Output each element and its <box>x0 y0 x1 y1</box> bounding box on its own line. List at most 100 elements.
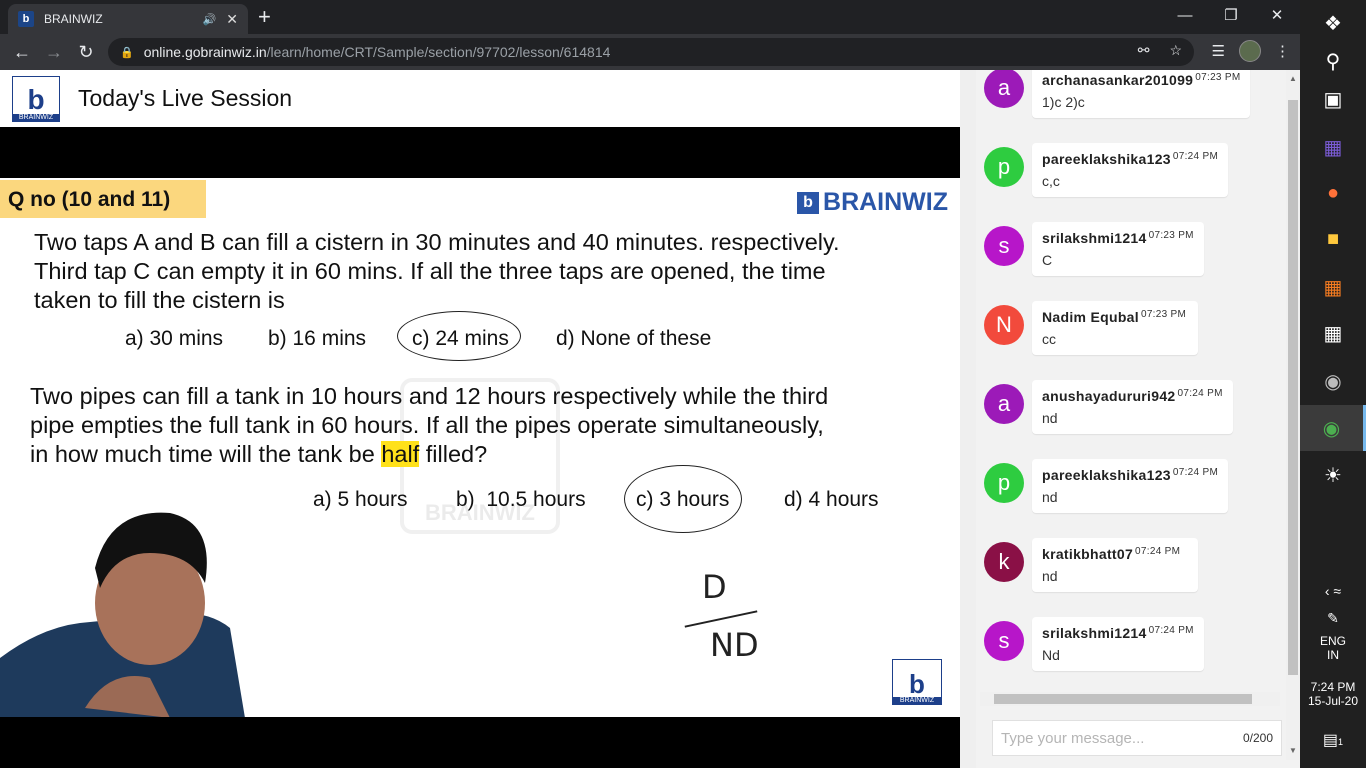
message-input[interactable] <box>1001 729 1243 747</box>
message-text: 1)c 2)c <box>1042 94 1085 110</box>
chat-message-list[interactable]: a archanasankar201099 07:23 PM 1)c 2)c p pare… <box>976 70 1284 690</box>
question-1-line-1: Two taps A and B can fill a cistern in 3… <box>34 229 840 255</box>
region-label: IN <box>1327 648 1339 662</box>
lock-icon[interactable]: 🔒 <box>120 46 134 59</box>
chat-input-box[interactable]: 0/200 <box>992 720 1282 756</box>
message-username: srilakshmi1214 <box>1042 625 1147 641</box>
chat-vertical-scrollbar[interactable]: ▲ ▼ <box>1286 70 1300 760</box>
message-text: c,c <box>1042 173 1060 189</box>
question-1-option-b: b) 16 mins <box>268 327 367 350</box>
highlighted-word: half <box>381 441 420 467</box>
pen-icon[interactable]: ✎ <box>1300 610 1366 627</box>
chat-message: p pareeklakshika123 07:24 PM nd <box>984 459 1284 527</box>
message-bubble: srilakshmi1214 07:24 PM Nd <box>1032 617 1204 671</box>
chat-message: N Nadim Equbal 07:23 PM cc <box>984 301 1284 369</box>
handwritten-nd: ND <box>710 626 759 664</box>
message-username-row: pareeklakshika123 07:24 PM <box>1042 151 1218 167</box>
sublime-text-icon[interactable]: ▦ <box>1300 264 1366 310</box>
firefox-icon[interactable]: ● <box>1300 170 1366 216</box>
question-2-line-3-end: filled? <box>419 441 488 467</box>
live-video-player[interactable]: Q no (10 and 11) b BRAINWIZ BRAINWIZ Two… <box>0 127 960 768</box>
question-1-option-d: d) None of these <box>556 327 712 350</box>
char-counter: 0/200 <box>1242 731 1273 745</box>
chat-message: s srilakshmi1214 07:24 PM Nd <box>984 617 1284 685</box>
chrome-icon[interactable]: ◉ <box>1300 405 1366 451</box>
address-bar[interactable]: 🔒 online.gobrainwiz.in/learn/home/CRT/Sa… <box>108 38 1194 66</box>
message-username: anushayadururi942 <box>1042 388 1176 404</box>
chat-message: p pareeklakshika123 07:24 PM c,c <box>984 143 1284 211</box>
menu-kebab-icon[interactable]: ⋮ <box>1275 42 1290 60</box>
chat-message: a archanasankar201099 07:23 PM 1)c 2)c <box>984 70 1284 132</box>
chat-horizontal-scrollbar[interactable] <box>980 692 1280 706</box>
reload-icon[interactable]: ↻ <box>70 36 102 68</box>
message-username-row: srilakshmi1214 07:23 PM <box>1042 230 1194 246</box>
profile-avatar[interactable] <box>1239 40 1261 62</box>
page-title: Today's Live Session <box>78 85 293 111</box>
message-time: 07:23 PM <box>1148 230 1194 241</box>
message-bubble: srilakshmi1214 07:23 PM C <box>1032 222 1204 276</box>
chat-message: a anushayadururi942 07:24 PM nd <box>984 380 1284 448</box>
message-username: srilakshmi1214 <box>1042 230 1147 246</box>
page-content: b BRAINWIZ Today's Live Session Q no (10… <box>0 70 1300 768</box>
brainwiz-logo[interactable]: b BRAINWIZ <box>12 75 60 122</box>
recorder-icon[interactable]: ◉ <box>1300 358 1366 404</box>
bookmark-star-icon[interactable]: ☆ <box>1169 42 1182 59</box>
minimize-button[interactable]: — <box>1162 0 1208 30</box>
message-username-row: pareeklakshika123 07:24 PM <box>1042 467 1218 483</box>
question-number-label: Q no (10 and 11) <box>0 180 206 218</box>
notification-icon[interactable]: ▤1 <box>1300 730 1366 750</box>
calculator-icon[interactable]: ▦ <box>1300 310 1366 356</box>
language-indicator[interactable]: ENG IN <box>1300 634 1366 662</box>
speaker-icon[interactable]: 🔊 <box>203 13 217 26</box>
chat-left-gutter <box>960 70 976 768</box>
message-username: pareeklakshika123 <box>1042 151 1171 167</box>
presentation-slide: Q no (10 and 11) b BRAINWIZ BRAINWIZ Two… <box>0 178 960 717</box>
site-header: b BRAINWIZ Today's Live Session <box>0 70 960 127</box>
close-window-button[interactable]: ✕ <box>1254 0 1300 30</box>
message-time: 07:24 PM <box>1172 467 1219 478</box>
forward-icon[interactable]: → <box>38 36 70 68</box>
onenote-icon[interactable]: ▦ <box>1300 124 1366 170</box>
notification-count: 1 <box>1338 737 1344 747</box>
scroll-thumb[interactable] <box>1288 100 1298 675</box>
corner-brainwiz-logo: b BRAINWIZ <box>892 659 942 705</box>
file-explorer-icon[interactable]: ■ <box>1300 216 1366 262</box>
message-text: Nd <box>1042 647 1060 663</box>
message-username-row: archanasankar201099 07:23 PM <box>1042 72 1240 88</box>
media-control-icon[interactable]: ☰ <box>1212 42 1225 60</box>
task-view-icon[interactable]: ▣ <box>1300 76 1366 122</box>
camera-app-icon[interactable]: ☀ <box>1300 452 1366 498</box>
user-avatar: s <box>984 621 1024 661</box>
language-label: ENG <box>1319 634 1346 648</box>
message-username-row: kratikbhatt07 07:24 PM <box>1042 546 1188 562</box>
key-icon[interactable]: ⚯ <box>1138 42 1150 59</box>
clock[interactable]: 7:24 PM 15-Jul-20 <box>1300 680 1366 708</box>
user-avatar: k <box>984 542 1024 582</box>
question-2-option-d: d) 4 hours <box>784 488 879 511</box>
message-bubble: Nadim Equbal 07:23 PM cc <box>1032 301 1198 355</box>
scroll-down-icon[interactable]: ▼ <box>1286 746 1300 755</box>
message-bubble: pareeklakshika123 07:24 PM c,c <box>1032 143 1229 197</box>
clock-time: 7:24 PM <box>1310 680 1356 694</box>
close-tab-icon[interactable]: ✕ <box>226 11 238 28</box>
question-2-line-2: pipe empties the full tank in 60 hours. … <box>30 412 824 438</box>
clock-date: 15-Jul-20 <box>1307 694 1359 708</box>
new-tab-button[interactable]: + <box>258 6 271 28</box>
maximize-button[interactable]: ❐ <box>1208 0 1254 30</box>
logo-name: BRAINWIZ <box>13 113 59 121</box>
message-username-row: anushayadururi942 07:24 PM <box>1042 388 1223 404</box>
horizontal-scroll-thumb[interactable] <box>994 694 1252 704</box>
browser-tab[interactable]: b BRAINWIZ 🔊 ✕ <box>8 4 248 34</box>
message-username-row: Nadim Equbal 07:23 PM <box>1042 309 1188 325</box>
chat-message: k kratikbhatt07 07:24 PM nd <box>984 538 1284 606</box>
message-username: archanasankar201099 <box>1042 72 1194 88</box>
message-text: C <box>1042 252 1053 268</box>
scroll-up-icon[interactable]: ▲ <box>1286 74 1300 83</box>
question-1-text: Two taps A and B can fill a cistern in 3… <box>34 228 840 315</box>
back-icon[interactable]: ← <box>6 36 38 68</box>
question-2-text: Two pipes can fill a tank in 10 hours an… <box>30 382 828 469</box>
windows-taskbar: ❖ ⚲ ▣ ▦ ● ■ ▦ ▦ ◉ ◉ ☀ ‹ ≈ ✎ ENG IN 7:24 … <box>1300 0 1366 768</box>
brand-b-icon: b <box>797 191 820 214</box>
chevron-left-icon[interactable]: ‹ ≈ <box>1300 583 1366 599</box>
message-time: 07:24 PM <box>1135 546 1181 557</box>
